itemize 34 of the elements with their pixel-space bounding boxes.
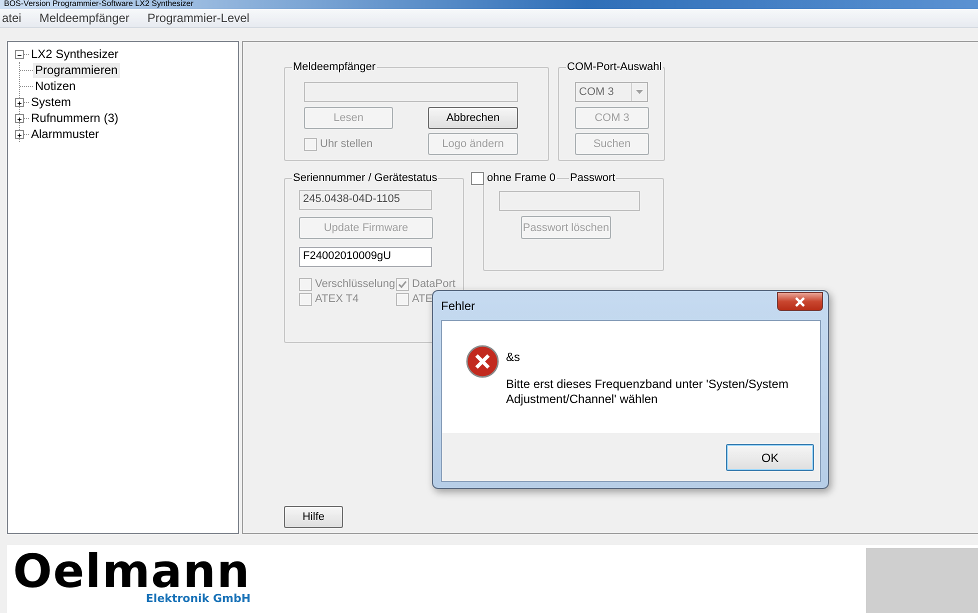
checkbox-label: ATEX T4 bbox=[315, 292, 359, 306]
logo-wordmark: Oelmann bbox=[13, 549, 251, 593]
menu-item[interactable]: Meldeempfänger bbox=[37, 9, 132, 27]
input-field[interactable]: F24002010009gU bbox=[299, 247, 432, 267]
close-icon bbox=[794, 296, 806, 306]
error-icon bbox=[466, 345, 499, 378]
checkbox-label: Uhr stellen bbox=[320, 137, 373, 151]
tree-item[interactable]: Alarmmuster bbox=[29, 126, 102, 142]
message-text: Bitte erst dieses Frequenzband unter 'Systen/System Adjustment/Channel' wählen bbox=[506, 377, 790, 407]
tree-item[interactable]: Rufnummern (3) bbox=[29, 110, 120, 126]
checkbox-label: Verschlüsselung bbox=[315, 277, 396, 291]
close-button[interactable] bbox=[777, 292, 823, 311]
window-title: BOS-Version Programmier-Software LX2 Synthesizer bbox=[4, 0, 194, 8]
action-button[interactable]: Abbrechen bbox=[428, 107, 518, 129]
logo-subtitle: Elektronik GmbH bbox=[146, 593, 251, 605]
checkbox-label: DataPort bbox=[412, 277, 456, 291]
expand-icon[interactable] bbox=[15, 98, 24, 106]
tree-item[interactable]: LX2 Synthesizer bbox=[29, 46, 120, 62]
ok-button[interactable]: OK bbox=[726, 444, 814, 471]
group-title: Meldeempfänger bbox=[292, 60, 377, 74]
expand-icon[interactable] bbox=[15, 130, 24, 138]
menu-item[interactable]: Programmier-Level bbox=[145, 9, 252, 27]
tree-item[interactable]: System bbox=[29, 94, 74, 110]
collapse-icon[interactable] bbox=[15, 50, 24, 58]
expand-icon[interactable] bbox=[15, 114, 24, 122]
help-button[interactable]: Hilfe bbox=[284, 506, 343, 528]
menu-item[interactable]: atei bbox=[0, 9, 24, 27]
dialog-title: Fehler bbox=[441, 298, 476, 315]
tree-item[interactable]: Notizen bbox=[33, 78, 78, 94]
checkbox-label: ATE bbox=[412, 292, 433, 306]
checkbox-label: ohne Frame 0 bbox=[487, 171, 556, 185]
tree-item[interactable]: Programmieren bbox=[33, 62, 120, 78]
checkbox[interactable] bbox=[471, 172, 484, 184]
message-heading: &s bbox=[506, 349, 520, 366]
